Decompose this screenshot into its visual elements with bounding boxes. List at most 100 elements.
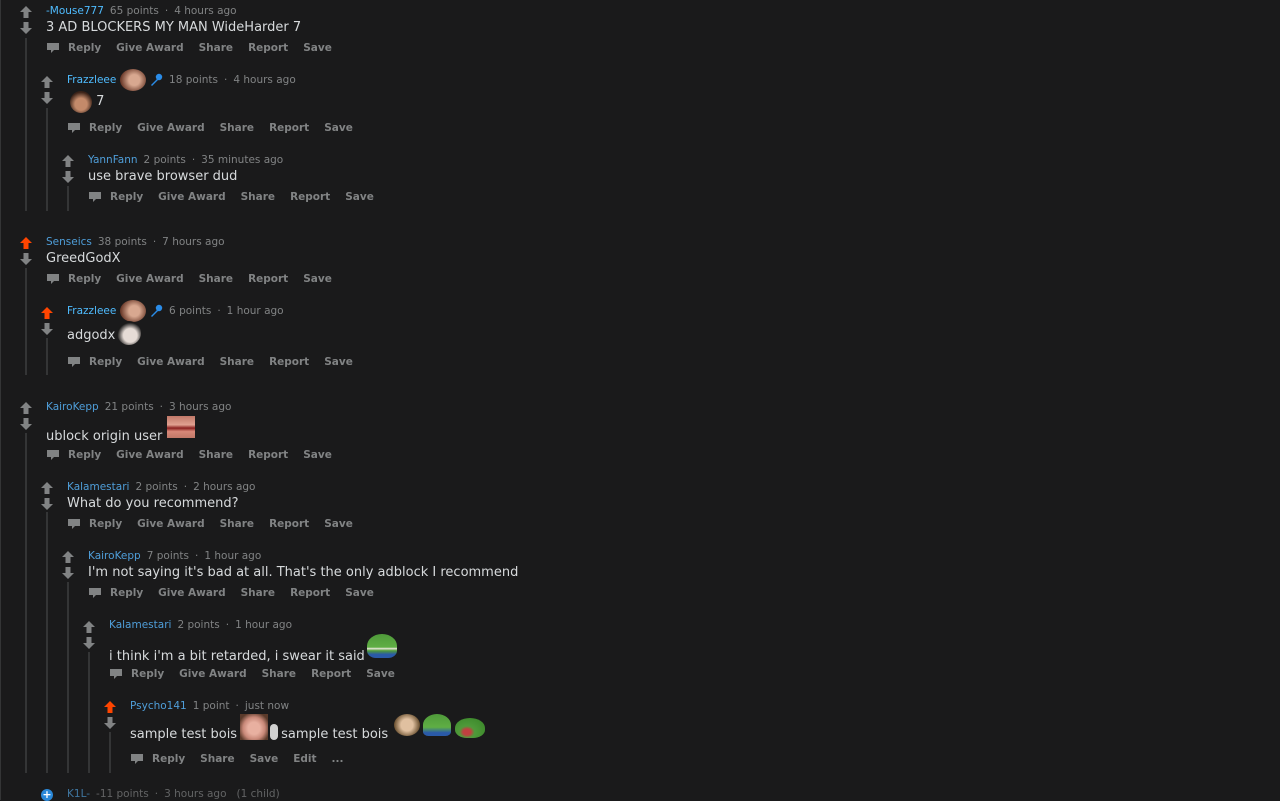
thread-line[interactable] (25, 268, 27, 375)
share-button[interactable]: Share (199, 273, 233, 285)
downvote-arrow-icon[interactable] (40, 497, 54, 511)
thread-line[interactable] (46, 338, 48, 375)
downvote-arrow-icon[interactable] (61, 566, 75, 580)
comment-time[interactable]: 1 hour ago (204, 550, 261, 562)
reply-button[interactable]: Reply (131, 668, 164, 680)
save-button[interactable]: Save (324, 518, 353, 530)
report-button[interactable]: Report (311, 668, 351, 680)
give-award-button[interactable]: Give Award (137, 518, 204, 530)
share-button[interactable]: Share (220, 518, 254, 530)
reply-button[interactable]: Reply (89, 518, 122, 530)
comment-author[interactable]: KairoKepp (88, 550, 141, 562)
thread-line[interactable] (46, 512, 48, 773)
upvote-arrow-icon[interactable] (40, 75, 54, 89)
give-award-button[interactable]: Give Award (116, 42, 183, 54)
downvote-arrow-icon[interactable] (82, 636, 96, 650)
thread-line[interactable] (25, 38, 27, 211)
report-button[interactable]: Report (248, 42, 288, 54)
share-button[interactable]: Share (262, 668, 296, 680)
edit-button[interactable]: Edit (293, 753, 316, 765)
share-button[interactable]: Share (220, 356, 254, 368)
comment-author[interactable]: Frazzleee (67, 74, 116, 86)
share-button[interactable]: Share (241, 587, 275, 599)
report-button[interactable]: Report (248, 273, 288, 285)
downvote-arrow-icon[interactable] (40, 322, 54, 336)
save-button[interactable]: Save (366, 668, 395, 680)
give-award-button[interactable]: Give Award (137, 356, 204, 368)
report-button[interactable]: Report (269, 356, 309, 368)
thread-line[interactable] (25, 433, 27, 773)
comment-time[interactable]: 3 hours ago (169, 401, 231, 413)
thread-line[interactable] (67, 186, 69, 211)
comment-time[interactable]: just now (245, 700, 289, 712)
comment-author[interactable]: Senseics (46, 236, 92, 248)
save-button[interactable]: Save (250, 753, 279, 765)
give-award-button[interactable]: Give Award (116, 273, 183, 285)
comment-author[interactable]: K1L- (67, 788, 90, 800)
comment-time[interactable]: 4 hours ago (233, 74, 295, 86)
comment-time[interactable]: 4 hours ago (174, 5, 236, 17)
give-award-button[interactable]: Give Award (179, 668, 246, 680)
report-button[interactable]: Report (248, 449, 288, 461)
reply-button[interactable]: Reply (110, 191, 143, 203)
comment-author[interactable]: Kalamestari (109, 619, 171, 631)
comment-author[interactable]: KairoKepp (46, 401, 99, 413)
share-button[interactable]: Share (200, 753, 234, 765)
upvote-arrow-icon[interactable] (40, 306, 54, 320)
save-button[interactable]: Save (303, 42, 332, 54)
downvote-arrow-icon[interactable] (19, 252, 33, 266)
downvote-arrow-icon[interactable] (103, 716, 117, 730)
comment-time[interactable]: 3 hours ago (164, 788, 226, 800)
comment-author[interactable]: Psycho141 (130, 700, 187, 712)
share-button[interactable]: Share (220, 122, 254, 134)
upvote-arrow-icon[interactable] (61, 550, 75, 564)
comment-time[interactable]: 1 hour ago (227, 305, 284, 317)
report-button[interactable]: Report (290, 191, 330, 203)
share-button[interactable]: Share (199, 42, 233, 54)
reply-button[interactable]: Reply (89, 122, 122, 134)
save-button[interactable]: Save (345, 191, 374, 203)
expand-plus-icon[interactable]: + (41, 789, 53, 801)
comment-author[interactable]: -Mouse777 (46, 5, 104, 17)
upvote-arrow-icon[interactable] (40, 481, 54, 495)
thread-line[interactable] (46, 108, 48, 211)
upvote-arrow-icon[interactable] (82, 620, 96, 634)
reply-button[interactable]: Reply (110, 587, 143, 599)
reply-button[interactable]: Reply (152, 753, 185, 765)
downvote-arrow-icon[interactable] (40, 91, 54, 105)
upvote-arrow-icon[interactable] (19, 5, 33, 19)
give-award-button[interactable]: Give Award (158, 191, 225, 203)
downvote-arrow-icon[interactable] (19, 21, 33, 35)
share-button[interactable]: Share (199, 449, 233, 461)
reply-button[interactable]: Reply (68, 42, 101, 54)
give-award-button[interactable]: Give Award (137, 122, 204, 134)
reply-button[interactable]: Reply (68, 273, 101, 285)
upvote-arrow-icon[interactable] (19, 236, 33, 250)
comment-time[interactable]: 1 hour ago (235, 619, 292, 631)
share-button[interactable]: Share (241, 191, 275, 203)
give-award-button[interactable]: Give Award (158, 587, 225, 599)
comment-time[interactable]: 35 minutes ago (201, 154, 283, 166)
report-button[interactable]: Report (269, 122, 309, 134)
comment-author[interactable]: Kalamestari (67, 481, 129, 493)
save-button[interactable]: Save (345, 587, 374, 599)
comment-time[interactable]: 2 hours ago (193, 481, 255, 493)
give-award-button[interactable]: Give Award (116, 449, 183, 461)
thread-line[interactable] (67, 582, 69, 773)
save-button[interactable]: Save (303, 449, 332, 461)
downvote-arrow-icon[interactable] (19, 417, 33, 431)
more-options-button[interactable]: ... (332, 753, 344, 765)
report-button[interactable]: Report (290, 587, 330, 599)
reply-button[interactable]: Reply (89, 356, 122, 368)
upvote-arrow-icon[interactable] (61, 154, 75, 168)
save-button[interactable]: Save (324, 122, 353, 134)
report-button[interactable]: Report (269, 518, 309, 530)
downvote-arrow-icon[interactable] (61, 170, 75, 184)
comment-author[interactable]: YannFann (88, 154, 138, 166)
save-button[interactable]: Save (324, 356, 353, 368)
comment-time[interactable]: 7 hours ago (162, 236, 224, 248)
upvote-arrow-icon[interactable] (19, 401, 33, 415)
thread-line[interactable] (109, 732, 111, 773)
save-button[interactable]: Save (303, 273, 332, 285)
upvote-arrow-icon[interactable] (103, 700, 117, 714)
